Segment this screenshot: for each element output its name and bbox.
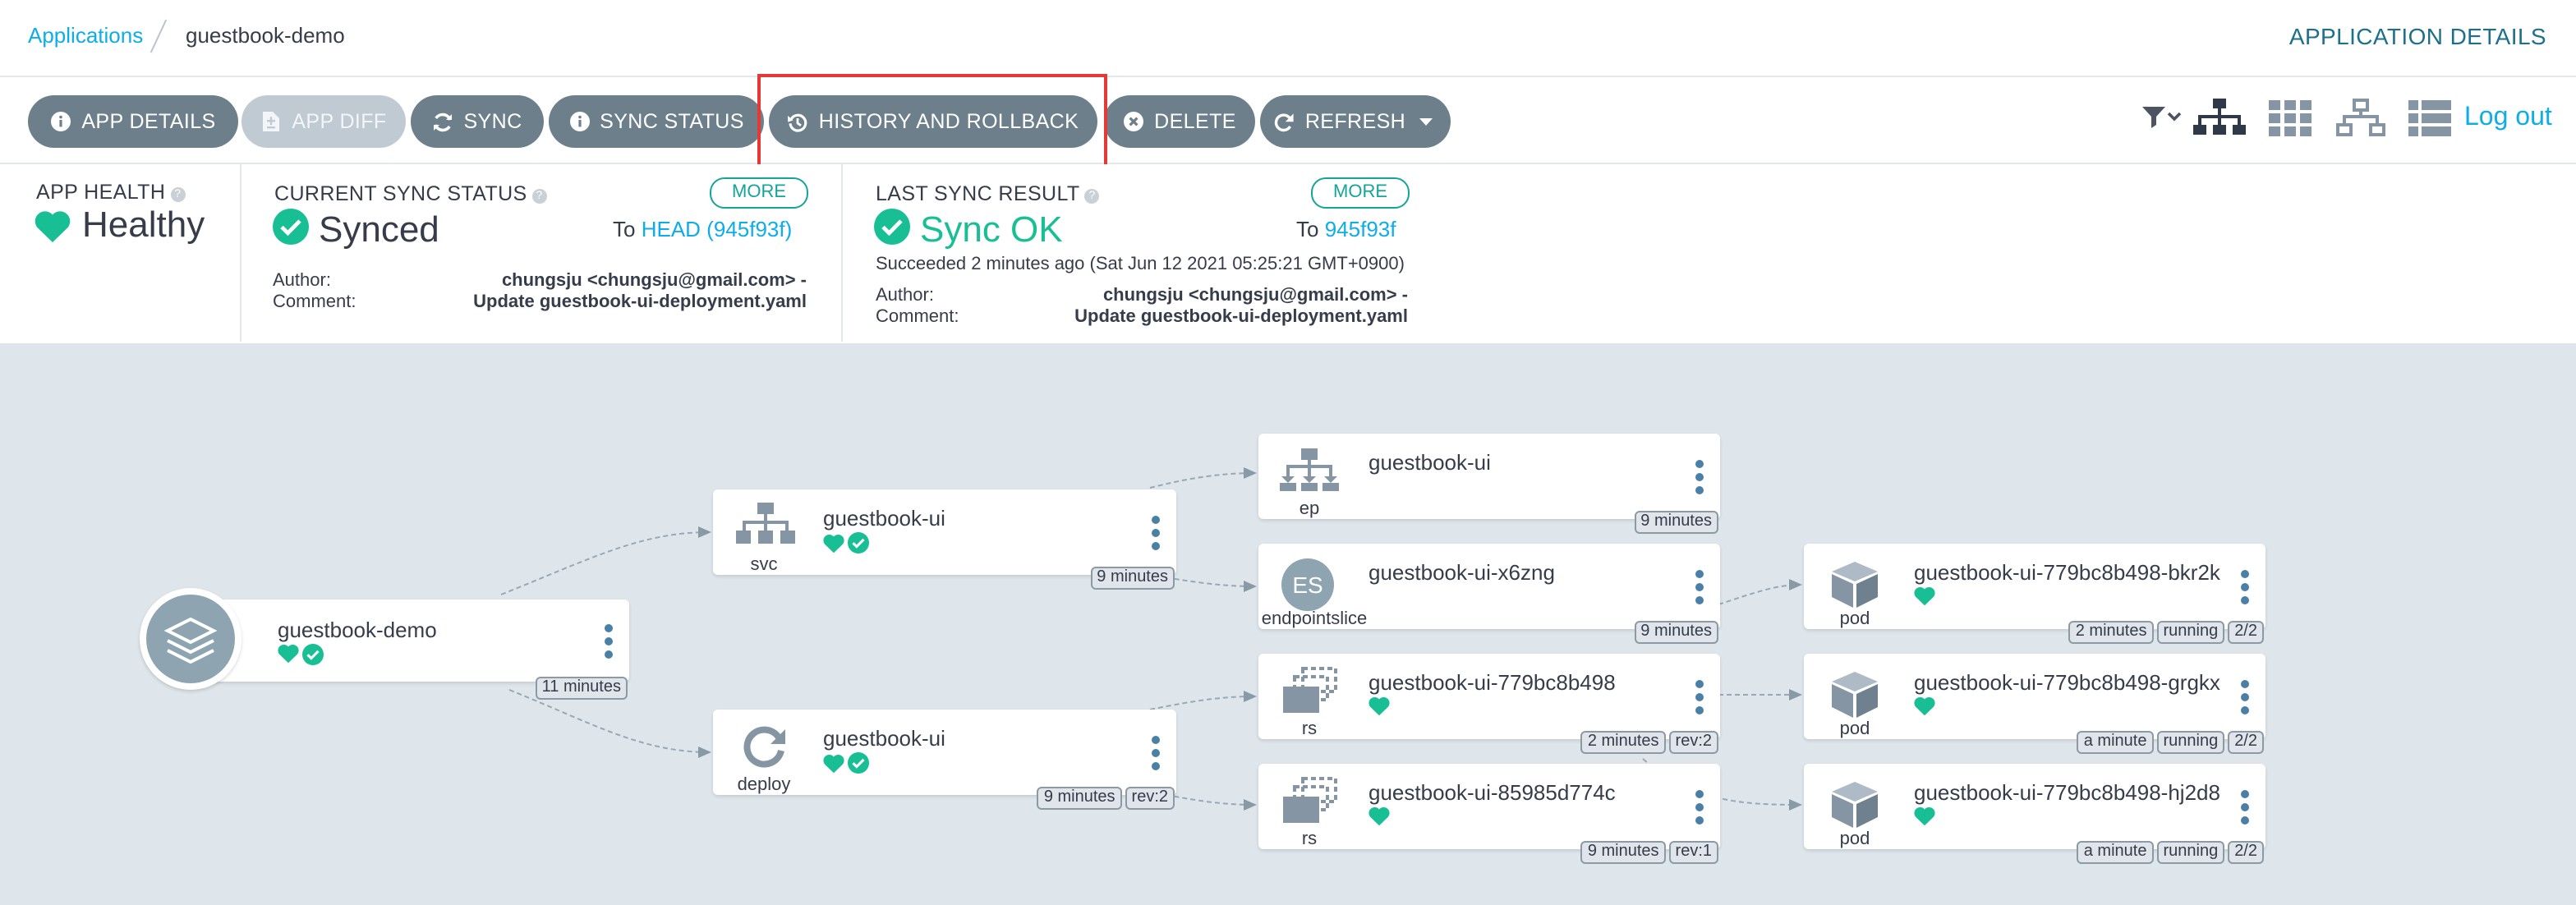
age-tag: 9 minutes <box>1037 787 1122 810</box>
heart-icon <box>1368 696 1390 716</box>
revision-tag: rev:2 <box>1125 787 1175 810</box>
pod-node-status <box>1914 586 1935 606</box>
pod-state-tag: running <box>2156 621 2225 644</box>
age-tag: a minute <box>2077 841 2154 864</box>
rs-node-status <box>1368 696 1390 716</box>
node-tags: a minute running 2/2 <box>2077 841 2264 864</box>
kind-label: pod <box>1839 609 1870 629</box>
svc-node-status <box>823 532 869 554</box>
node-menu-icon[interactable] <box>1695 460 1704 494</box>
node-tags: a minute running 2/2 <box>2077 731 2264 754</box>
app-node-name: guestbook-demo <box>278 618 437 642</box>
rs-node-name: guestbook-ui-85985d774c <box>1368 780 1616 805</box>
pod-node[interactable]: pod guestbook-ui-779bc8b498-bkr2k 2 minu… <box>1804 544 2266 644</box>
app-node[interactable]: guestbook-demo 11 minutes <box>140 588 629 700</box>
deployment-icon <box>739 723 789 780</box>
node-tags: 9 minutes <box>1634 621 1718 644</box>
kind-label: pod <box>1839 829 1870 849</box>
pod-node[interactable]: pod guestbook-ui-779bc8b498-grgkx a minu… <box>1804 654 2266 754</box>
svc-node[interactable]: svc guestbook-ui 9 minutes <box>713 489 1176 590</box>
revision-tag: rev:2 <box>1668 731 1718 754</box>
app-node-status <box>278 644 324 665</box>
age-tag: 2 minutes <box>2068 621 2154 644</box>
svc-node-name: guestbook-ui <box>823 506 945 531</box>
node-menu-icon[interactable] <box>1695 680 1704 714</box>
ready-count-tag: 2/2 <box>2228 841 2264 864</box>
pod-state-tag: running <box>2156 841 2225 864</box>
heart-icon <box>823 753 844 773</box>
age-tag: 11 minutes <box>535 677 628 700</box>
revision-tag: rev:1 <box>1668 841 1718 864</box>
layers-icon <box>146 595 235 683</box>
pod-node-status <box>1914 806 1935 826</box>
heart-icon <box>1914 586 1935 606</box>
node-menu-icon[interactable] <box>1152 736 1160 770</box>
ready-count-tag: 2/2 <box>2228 621 2264 644</box>
heart-icon <box>823 533 844 553</box>
kind-label: rs <box>1301 829 1318 849</box>
endpoints-icon <box>1280 448 1339 503</box>
node-tags: 2 minutes rev:2 <box>1580 731 1718 754</box>
replicaset-icon <box>1281 667 1341 724</box>
heart-icon <box>1368 806 1390 826</box>
node-tags: 9 minutes <box>1634 511 1718 534</box>
pod-node-status <box>1914 696 1935 716</box>
pod-node-name: guestbook-ui-779bc8b498-bkr2k <box>1914 560 2220 585</box>
node-tags: 9 minutes rev:1 <box>1580 841 1718 864</box>
heart-icon <box>1914 806 1935 826</box>
node-menu-icon[interactable] <box>1695 570 1704 604</box>
node-menu-icon[interactable] <box>1695 790 1704 825</box>
rs-node-name: guestbook-ui-779bc8b498 <box>1368 670 1616 695</box>
age-tag: 9 minutes <box>1090 567 1175 590</box>
node-menu-icon[interactable] <box>2241 680 2249 714</box>
rs-node-status <box>1368 806 1390 826</box>
check-circle-icon <box>302 644 324 665</box>
heart-icon <box>278 644 299 664</box>
kind-label: endpointslice <box>1261 609 1368 629</box>
node-tags: 2 minutes running 2/2 <box>2068 621 2264 644</box>
rs-node[interactable]: rs guestbook-ui-85985d774c 9 minutes rev:… <box>1258 764 1720 864</box>
deploy-node[interactable]: deploy guestbook-ui 9 minutes rev:2 <box>713 710 1176 810</box>
kind-label: svc <box>750 555 778 575</box>
kind-label: ep <box>1299 499 1320 519</box>
endpointslice-node[interactable]: ES endpointslice guestbook-ui-x6zng 9 mi… <box>1258 544 1720 644</box>
replicaset-icon <box>1281 777 1341 834</box>
ep-node-name: guestbook-ui <box>1368 450 1491 475</box>
node-tags: 9 minutes rev:2 <box>1037 787 1175 810</box>
age-tag: 9 minutes <box>1580 841 1666 864</box>
kind-label: pod <box>1839 719 1870 739</box>
kind-label: rs <box>1301 719 1318 739</box>
node-menu-icon[interactable] <box>605 624 613 659</box>
endpointslice-badge-icon: ES <box>1281 558 1334 611</box>
age-tag: 2 minutes <box>1580 731 1666 754</box>
node-tags: 9 minutes <box>1090 567 1175 590</box>
pod-node-name: guestbook-ui-779bc8b498-hj2d8 <box>1914 780 2220 805</box>
kind-label: deploy <box>737 775 791 795</box>
deploy-node-name: guestbook-ui <box>823 726 945 751</box>
ready-count-tag: 2/2 <box>2228 731 2264 754</box>
deploy-node-status <box>823 752 869 774</box>
pod-state-tag: running <box>2156 731 2225 754</box>
service-icon <box>736 503 795 557</box>
pod-node[interactable]: pod guestbook-ui-779bc8b498-hj2d8 a minu… <box>1804 764 2266 864</box>
endpointslice-node-name: guestbook-ui-x6zng <box>1368 560 1555 585</box>
node-menu-icon[interactable] <box>2241 570 2249 604</box>
rs-node[interactable]: rs guestbook-ui-779bc8b498 2 minutes rev:… <box>1258 654 1720 754</box>
age-tag: 9 minutes <box>1634 621 1718 644</box>
node-tags: 11 minutes <box>535 677 628 700</box>
node-menu-icon[interactable] <box>1152 516 1160 550</box>
check-circle-icon <box>848 752 869 774</box>
age-tag: 9 minutes <box>1634 511 1718 534</box>
pod-node-name: guestbook-ui-779bc8b498-grgkx <box>1914 670 2220 695</box>
ep-node[interactable]: ep guestbook-ui 9 minutes <box>1258 434 1720 534</box>
check-circle-icon <box>848 532 869 554</box>
heart-icon <box>1914 696 1935 716</box>
node-menu-icon[interactable] <box>2241 790 2249 825</box>
age-tag: a minute <box>2077 731 2154 754</box>
